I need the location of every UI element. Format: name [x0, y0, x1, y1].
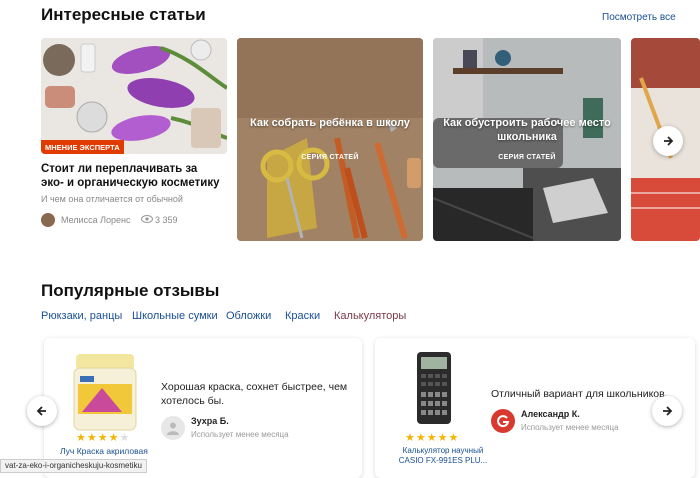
user-meta: Использует менее месяца	[191, 430, 289, 439]
review-card-paint[interactable]: ★★★★★ Луч Краска акриловая Хорошая краск…	[44, 338, 362, 478]
arrow-right-icon	[663, 406, 673, 416]
reviews-title: Популярные отзывы	[41, 281, 220, 300]
calculator-image	[417, 352, 451, 424]
article-card-cosmetics[interactable]: МНЕНИЕ ЭКСПЕРТА Стоит ли переплачивать з…	[41, 38, 227, 248]
reviews-next-button[interactable]	[652, 396, 682, 426]
user-meta: Использует менее месяца	[521, 423, 619, 432]
article-title[interactable]: Стоит ли переплачивать за эко- и органич…	[41, 162, 221, 190]
article-subtitle: И чем она отличается от обычной	[41, 194, 183, 204]
product-name[interactable]: Луч Краска акриловая	[60, 446, 148, 456]
article-card-school[interactable]: Как собрать ребёнка в школу СЕРИЯ СТАТЕЙ	[237, 38, 423, 241]
card-title: Как собрать ребёнка в школу	[250, 117, 410, 129]
user-avatar	[491, 409, 515, 433]
author-name: Мелисса Лоренс	[61, 215, 131, 225]
tab-covers[interactable]: Обложки	[226, 310, 271, 322]
author-avatar	[41, 213, 55, 227]
rating-stars: ★★★★★	[76, 432, 131, 444]
user-name: Зухра Б.	[191, 416, 229, 426]
article-card-workspace[interactable]: Как обустроить рабочее место школьника С…	[433, 38, 621, 241]
tab-paints[interactable]: Краски	[285, 310, 320, 322]
see-all-link[interactable]: Посмотреть все	[602, 12, 676, 23]
card-title: Как обустроить рабочее место школьника	[443, 117, 611, 143]
articles-next-button[interactable]	[653, 126, 683, 156]
views-count: 3 359	[155, 215, 178, 225]
user-avatar	[161, 416, 185, 440]
rating-stars: ★★★★★	[405, 432, 460, 444]
review-card-calculator[interactable]: ★★★★★ Калькулятор научный CASIO FX-991ES…	[375, 338, 695, 478]
reviews-prev-button[interactable]	[27, 396, 57, 426]
paint-jar-image	[73, 354, 137, 431]
eye-icon	[141, 214, 153, 226]
series-label: СЕРИЯ СТАТЕЙ	[498, 154, 556, 161]
expert-badge: МНЕНИЕ ЭКСПЕРТА	[41, 140, 124, 154]
product-name[interactable]: Калькулятор научный CASIO FX-991ES PLU..…	[393, 446, 493, 466]
arrow-right-icon	[664, 136, 674, 146]
tab-backpacks[interactable]: Рюкзаки, ранцы	[41, 310, 122, 322]
series-label: СЕРИЯ СТАТЕЙ	[301, 154, 359, 161]
user-name: Александр К.	[521, 409, 580, 419]
arrow-left-icon	[36, 406, 46, 416]
tab-calculators[interactable]: Калькуляторы	[334, 310, 406, 322]
user-icon	[167, 422, 179, 435]
review-text: Отличный вариант для школьников.	[491, 388, 668, 400]
review-text: Хорошая краска, сохнет быстрее, чем хоте…	[161, 381, 348, 407]
g-logo-icon	[497, 415, 510, 428]
article-image: МНЕНИЕ ЭКСПЕРТА	[41, 38, 227, 154]
articles-title: Интересные статьи	[41, 5, 206, 24]
tab-school-bags[interactable]: Школьные сумки	[132, 310, 218, 322]
